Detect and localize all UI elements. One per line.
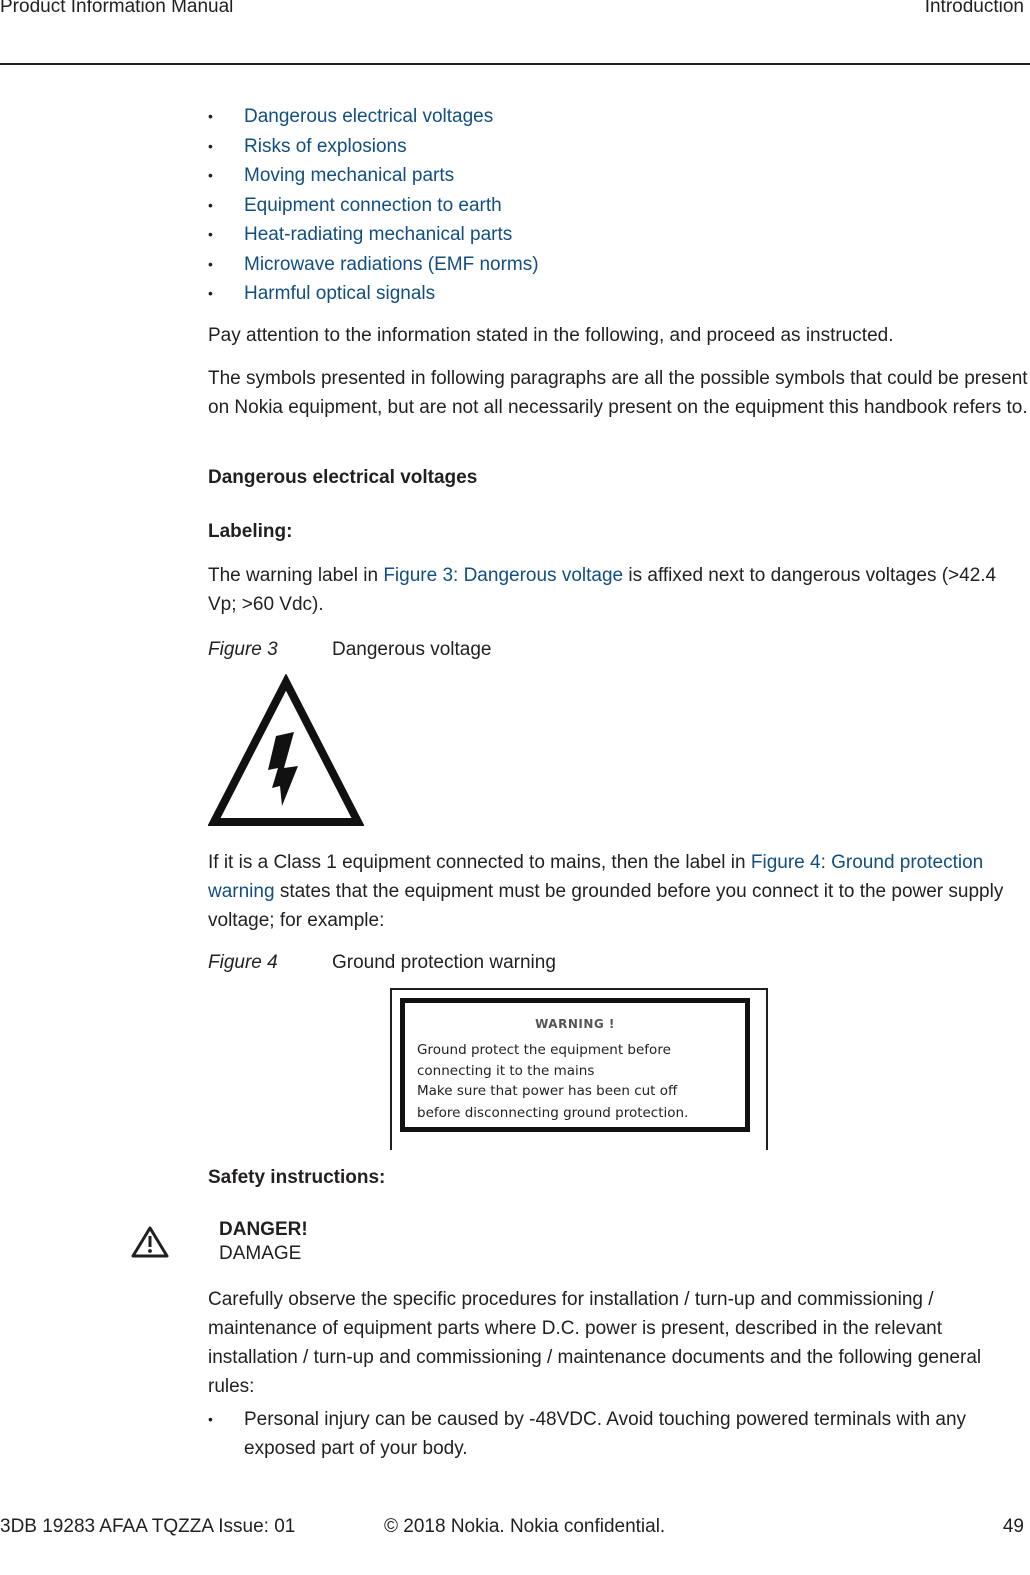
label-line: connecting it to the mains	[417, 1063, 595, 1079]
class1-paragraph: If it is a Class 1 equipment connected t…	[208, 848, 1028, 935]
bullet-icon: •	[208, 167, 213, 183]
page-number: 49	[1002, 1516, 1024, 1537]
figure-title: Ground protection warning	[332, 952, 556, 973]
hazard-list-item: • Microwave radiations (EMF norms)	[208, 250, 539, 280]
hazard-link[interactable]: Heat-radiating mechanical parts	[244, 224, 512, 245]
bullet-icon: •	[208, 1411, 213, 1427]
label-line: before disconnecting ground protection.	[417, 1105, 689, 1121]
attention-paragraph: Pay attention to the information stated …	[208, 325, 894, 346]
label-line: Ground protect the equipment before	[417, 1042, 671, 1058]
safety-instructions-heading: Safety instructions:	[208, 1167, 386, 1188]
class1-text: states that the equipment must be ground…	[208, 881, 1004, 931]
labeling-heading: Labeling:	[208, 521, 293, 542]
bullet-icon: •	[208, 285, 213, 301]
safety-description: Carefully observe the specific procedure…	[208, 1289, 982, 1397]
figure-3-link[interactable]: Figure 3: Dangerous voltage	[383, 565, 623, 586]
section-heading: Dangerous electrical voltages	[208, 467, 478, 488]
hazard-list-item: • Moving mechanical parts	[208, 161, 539, 191]
hazard-link[interactable]: Harmful optical signals	[244, 283, 435, 304]
hazard-list-item: • Risks of explosions	[208, 132, 539, 162]
ground-protection-warning-label: WARNING ! Ground protect the equipment b…	[390, 988, 768, 1150]
label-line: Make sure that power has been cut off	[417, 1083, 678, 1099]
bullet-icon: •	[208, 196, 213, 213]
label-inner-frame: WARNING ! Ground protect the equipment b…	[400, 998, 750, 1132]
danger-title: DANGER!	[219, 1219, 308, 1240]
bullet-icon: •	[208, 137, 213, 154]
hazard-link[interactable]: Microwave radiations (EMF norms)	[244, 254, 539, 275]
footer-doc-id: 3DB 19283 AFAA TQZZA Issue: 01	[0, 1516, 296, 1537]
high-voltage-warning-icon	[207, 673, 365, 830]
figure-number: Figure 4	[208, 952, 278, 973]
labeling-paragraph: The warning label in Figure 3: Dangerous…	[208, 561, 1028, 619]
figure-number: Figure 3	[208, 639, 278, 660]
figure-title: Dangerous voltage	[332, 639, 492, 660]
hazard-link-list: • Dangerous electrical voltages • Risks of…	[208, 102, 539, 309]
hazard-list-item: • Harmful optical signals	[208, 279, 539, 309]
bullet-icon: •	[208, 226, 213, 242]
danger-subtitle: DAMAGE	[219, 1243, 302, 1264]
header-chapter-title: Introduction	[924, 0, 1024, 17]
hazard-link[interactable]: Equipment connection to earth	[244, 195, 502, 216]
warning-triangle-icon	[130, 1225, 170, 1259]
label-title: WARNING !	[535, 1017, 615, 1031]
hazard-list-item: • Equipment connection to earth	[208, 191, 539, 221]
figure-4-caption: Figure 4 Ground protection warning	[208, 948, 556, 977]
hazard-link[interactable]: Moving mechanical parts	[244, 165, 454, 186]
safety-rule-text: Personal injury can be caused by -48VDC.…	[244, 1409, 967, 1459]
footer-copyright: © 2018 Nokia. Nokia confidential.	[384, 1516, 666, 1537]
hazard-list-item: • Heat-radiating mechanical parts	[208, 220, 539, 250]
safety-rule-item: • Personal injury can be caused by -48VD…	[208, 1405, 1028, 1463]
hazard-link[interactable]: Dangerous electrical voltages	[244, 106, 493, 127]
header-document-title: Product Information Manual	[0, 0, 234, 17]
class1-text: If it is a Class 1 equipment connected t…	[208, 852, 751, 873]
figure-3-caption: Figure 3 Dangerous voltage	[208, 635, 492, 664]
header-divider	[0, 63, 1030, 65]
bullet-icon: •	[208, 108, 213, 124]
hazard-link[interactable]: Risks of explosions	[244, 136, 407, 157]
symbols-paragraph: The symbols presented in following parag…	[208, 368, 1028, 418]
labeling-text: The warning label in	[208, 565, 384, 586]
bullet-icon: •	[208, 255, 213, 272]
hazard-list-item: • Dangerous electrical voltages	[208, 102, 539, 132]
